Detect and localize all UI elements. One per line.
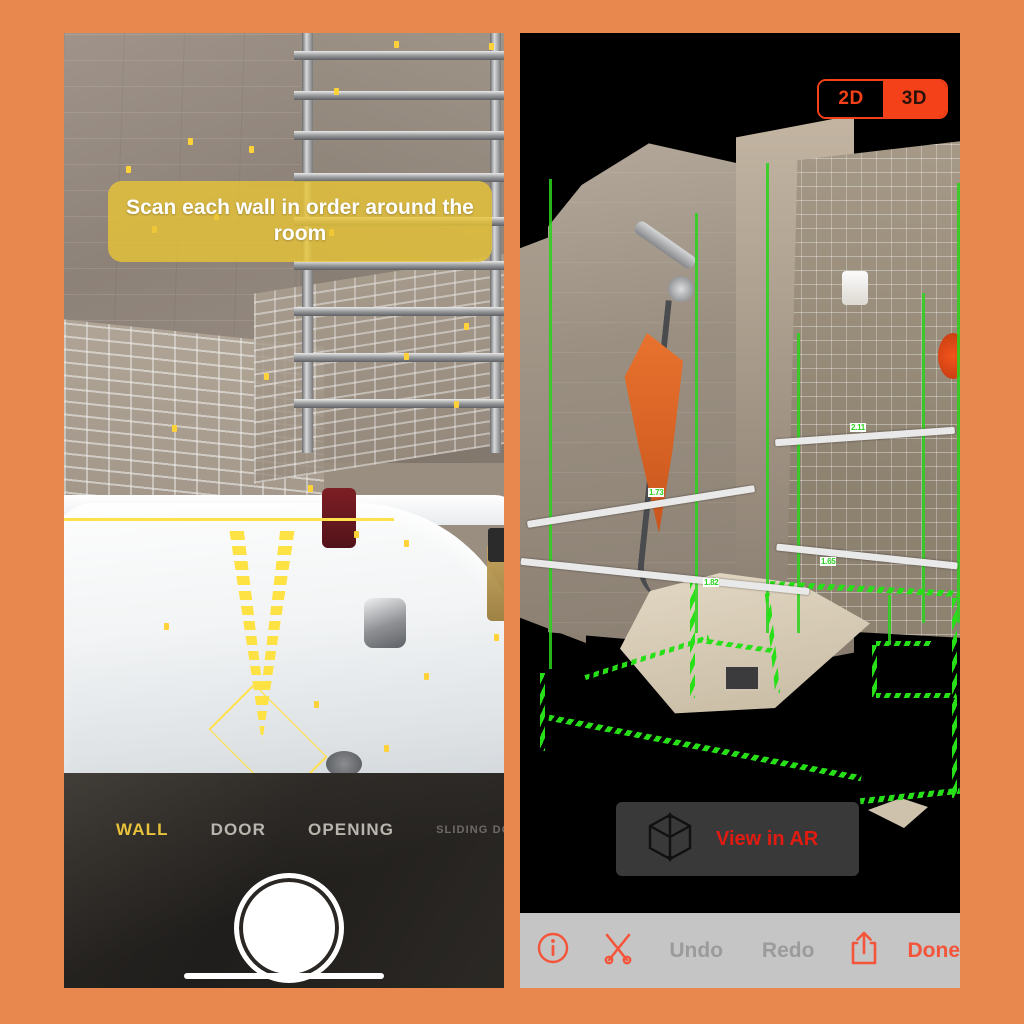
ar-scan-camera-view: Scan each wall in order around the room …: [64, 33, 504, 988]
mesh-wall-right: [786, 139, 960, 639]
instruction-banner: Scan each wall in order around the room: [108, 181, 492, 262]
view-in-ar-button[interactable]: View in AR: [616, 802, 859, 876]
shutter-button[interactable]: [234, 873, 344, 983]
scissors-icon: [600, 930, 636, 971]
room-model-view: 1.73 1.82 2.11 1.65 2D 3D View in AR Und…: [520, 33, 960, 988]
camera-feed: Scan each wall in order around the room: [64, 33, 504, 773]
share-button[interactable]: [834, 929, 893, 972]
instruction-text: Scan each wall in order around the room: [126, 196, 474, 246]
home-indicator: [184, 973, 384, 979]
mode-sliding-door[interactable]: SLIDING DOOR: [436, 824, 504, 837]
done-button[interactable]: Done: [894, 939, 961, 963]
bath-tap: [364, 598, 406, 648]
shelf-jar: [488, 528, 504, 562]
camera-controls-bar: WALL DOOR OPENING SLIDING DOOR: [64, 773, 504, 988]
scanned-room-model[interactable]: 1.73 1.82 2.11 1.65 2D 3D View in AR: [520, 33, 960, 913]
dimension-label-2: 1.82: [703, 578, 720, 587]
dimension-label-3: 2.11: [850, 423, 866, 432]
model-toolbar: Undo Redo Done: [520, 913, 960, 988]
mode-door[interactable]: DOOR: [211, 820, 266, 840]
view-mode-toggle[interactable]: 2D 3D: [817, 79, 948, 119]
mesh-toilet-roll: [842, 271, 868, 305]
mode-opening[interactable]: OPENING: [308, 820, 394, 840]
undo-button[interactable]: Undo: [650, 939, 742, 963]
view-in-ar-label: View in AR: [716, 827, 819, 850]
toggle-3d[interactable]: 3D: [882, 81, 946, 117]
bath-drain: [326, 751, 362, 773]
mode-wall[interactable]: WALL: [116, 820, 169, 840]
dimension-label-4: 1.65: [820, 557, 837, 566]
cut-button[interactable]: [585, 930, 650, 971]
redo-button[interactable]: Redo: [742, 939, 834, 963]
info-button[interactable]: [520, 931, 585, 970]
mesh-floor-drain: [724, 665, 760, 691]
share-icon: [847, 929, 881, 972]
capture-mode-selector[interactable]: WALL DOOR OPENING SLIDING DOOR: [64, 813, 504, 847]
dimension-label-1: 1.73: [648, 488, 665, 497]
screenshot-root: Scan each wall in order around the room …: [0, 0, 1024, 1024]
scan-guide-horizontal: [64, 518, 394, 521]
shower-head: [668, 276, 694, 302]
info-icon: [536, 931, 570, 970]
ar-cube-icon: [642, 809, 698, 870]
toggle-2d[interactable]: 2D: [819, 81, 883, 117]
mesh-floor-fragment: [868, 798, 928, 828]
